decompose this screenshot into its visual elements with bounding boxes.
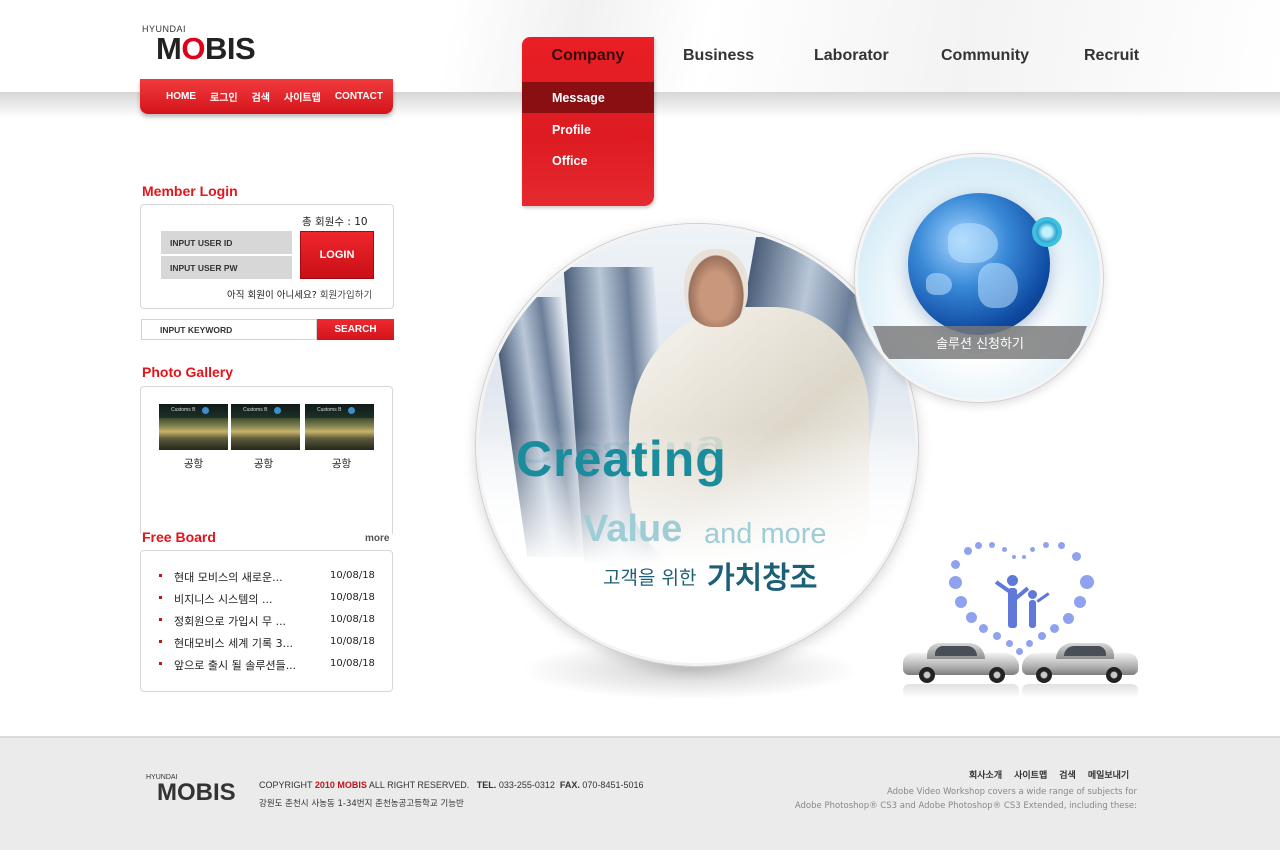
board-row-date: 10/08/18 [330, 658, 375, 669]
car-reflection [903, 684, 1019, 698]
hero-korean-small: 고객을 위한 [603, 567, 697, 589]
globe-icon [908, 193, 1050, 335]
footer-link-sitemap[interactable]: 사이트맵 [1014, 768, 1047, 781]
bullet-icon [159, 574, 162, 577]
nav-company[interactable]: Company [522, 47, 654, 65]
gallery-caption[interactable]: 공항 [159, 456, 228, 471]
woman-head-illustration [684, 249, 748, 327]
hero-and-more-text: and more [704, 518, 827, 550]
footer-logo[interactable]: HYUNDAI MOBIS [146, 774, 236, 805]
ring-icon [1032, 217, 1062, 247]
login-button[interactable]: LOGIN [300, 231, 374, 279]
submenu-office[interactable]: Office [552, 154, 587, 168]
footer-link-mail[interactable]: 메일보내기 [1088, 768, 1129, 781]
company-dropdown-menu: Company Message Profile Office [522, 37, 654, 206]
bullet-icon [159, 640, 162, 643]
nav-laborator[interactable]: Laborator [814, 47, 889, 65]
footer-link-about[interactable]: 회사소개 [969, 768, 1002, 781]
info-icon [274, 407, 281, 414]
solution-apply-button[interactable]: 솔루션 신청하기 [873, 326, 1087, 359]
logo-big-text: MOBIS [156, 31, 256, 66]
board-row-title: 현대 모비스의 새로운... [174, 571, 283, 584]
hero-value-text: Value [583, 508, 683, 550]
util-search-link[interactable]: 검색 [252, 89, 270, 104]
gallery-thumbnail[interactable]: Customs B [305, 404, 374, 450]
board-row-date: 10/08/18 [330, 570, 375, 581]
board-row[interactable]: 비지니스 시스템의 ... 10/08/18 [159, 591, 377, 607]
hero-korean-big: 가치창조 [707, 561, 818, 596]
info-icon [202, 407, 209, 414]
info-icon [348, 407, 355, 414]
board-row-title: 현대모비스 세계 기록 3... [174, 637, 294, 650]
board-row-date: 10/08/18 [330, 636, 375, 647]
util-sitemap-link[interactable]: 사이트맵 [284, 89, 321, 104]
car-reflection [1022, 684, 1138, 698]
footer-links: 회사소개 사이트맵 검색 메일보내기 [969, 768, 1129, 781]
board-row-title: 앞으로 출시 될 솔루션들... [174, 659, 297, 672]
not-member-text: 아직 회원이 아니세요? [227, 290, 317, 301]
footer-link-search[interactable]: 검색 [1059, 768, 1076, 781]
hero-headline-reflection: Creating [516, 435, 727, 470]
nav-community[interactable]: Community [941, 47, 1029, 65]
car-illustration [1022, 643, 1138, 683]
utility-nav: HOME 로그인 검색 사이트맵 CONTACT [140, 79, 393, 114]
util-contact-link[interactable]: CONTACT [335, 91, 383, 102]
board-row-date: 10/08/18 [330, 592, 375, 603]
bullet-icon [159, 662, 162, 665]
util-home-link[interactable]: HOME [166, 91, 196, 102]
nav-business[interactable]: Business [683, 47, 754, 65]
bullet-icon [159, 618, 162, 621]
photo-gallery-title: Photo Gallery [142, 364, 234, 380]
nav-recruit[interactable]: Recruit [1084, 47, 1139, 65]
bullet-icon [159, 596, 162, 599]
board-row[interactable]: 현대 모비스의 새로운... 10/08/18 [159, 569, 377, 585]
free-board-more-link[interactable]: more [365, 533, 389, 544]
board-row-date: 10/08/18 [330, 614, 375, 625]
search-button[interactable]: SEARCH [317, 319, 394, 340]
address-line: 강원도 춘천시 사농동 1-34번지 춘천농공고등학교 기능반 [259, 799, 464, 809]
copyright-line: COPYRIGHT 2010 MOBIS ALL RIGHT RESERVED.… [259, 780, 644, 790]
solution-banner[interactable]: 솔루션 신청하기 [855, 154, 1103, 402]
submenu-message[interactable]: Message [552, 91, 605, 105]
footer-logo-big: MOBIS [157, 779, 236, 806]
gallery-thumbnail[interactable]: Customs B [159, 404, 228, 450]
footer-description-2: Adobe Photoshop® CS3 and Adobe Photoshop… [794, 801, 1137, 811]
free-board-title: Free Board [142, 529, 216, 545]
join-link[interactable]: 회원가입하기 [320, 290, 372, 301]
board-row[interactable]: 정회원으로 가입시 무 ... 10/08/18 [159, 613, 377, 629]
gallery-caption[interactable]: 공항 [307, 456, 376, 471]
board-row-title: 비지니스 시스템의 ... [174, 593, 273, 606]
footer-description-1: Adobe Video Workshop covers a wide range… [887, 787, 1137, 797]
board-row[interactable]: 앞으로 출시 될 솔루션들... 10/08/18 [159, 657, 377, 673]
board-row[interactable]: 현대모비스 세계 기록 3... 10/08/18 [159, 635, 377, 651]
member-login-title: Member Login [142, 183, 238, 199]
hyundai-mobis-logo[interactable]: HYUNDAI MOBIS [142, 24, 256, 66]
user-pw-input[interactable]: INPUT USER PW [161, 256, 292, 279]
car-illustration [903, 643, 1019, 683]
member-count: 총 회원수 : 10 [302, 216, 368, 228]
gallery-thumbnail[interactable]: Customs B [231, 404, 300, 450]
util-login-link[interactable]: 로그인 [210, 89, 238, 104]
join-prompt: 아직 회원이 아니세요? 회원가입하기 [227, 287, 372, 301]
gallery-caption[interactable]: 공항 [229, 456, 298, 471]
user-id-input[interactable]: INPUT USER ID [161, 231, 292, 254]
submenu-profile[interactable]: Profile [552, 123, 591, 137]
board-row-title: 정회원으로 가입시 무 ... [174, 615, 287, 628]
keyword-search-input[interactable]: INPUT KEYWORD [141, 319, 317, 340]
